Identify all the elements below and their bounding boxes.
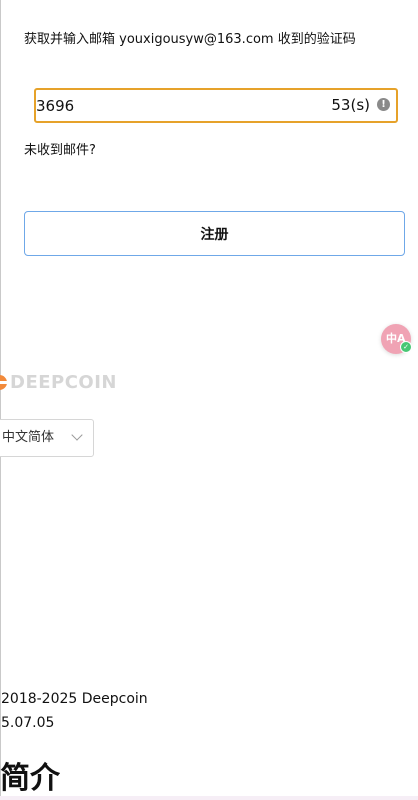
check-icon: ✓ [400,341,412,353]
no-mail-received-link[interactable]: 未收到邮件? [24,142,96,160]
version-text: 5.07.05 [1,715,55,731]
alert-icon: ! [377,98,390,111]
bottom-strip [0,796,418,800]
language-select-value: 中文简体 [2,430,55,445]
deepcoin-logo-icon [0,375,7,390]
resend-countdown: 53(s) [331,96,370,114]
verification-code-input[interactable] [36,90,326,121]
register-button[interactable]: 注册 [24,211,405,256]
verification-code-field[interactable]: 53(s) ! [34,88,398,123]
verification-instruction: 获取并输入邮箱 youxigousyw@163.com 收到的验证码 [24,32,356,47]
brand-name: DEEPCOIN [10,372,117,393]
copyright-text: 2018-2025 Deepcoin [1,691,148,707]
chevron-down-icon [71,429,83,441]
language-select[interactable]: 中文简体 [0,419,94,457]
left-divider [0,0,1,800]
section-heading: 简介 [0,761,60,796]
verification-page: 获取并输入邮箱 youxigousyw@163.com 收到的验证码 53(s)… [0,0,418,800]
translate-icon[interactable]: 中A ✓ [381,324,412,354]
